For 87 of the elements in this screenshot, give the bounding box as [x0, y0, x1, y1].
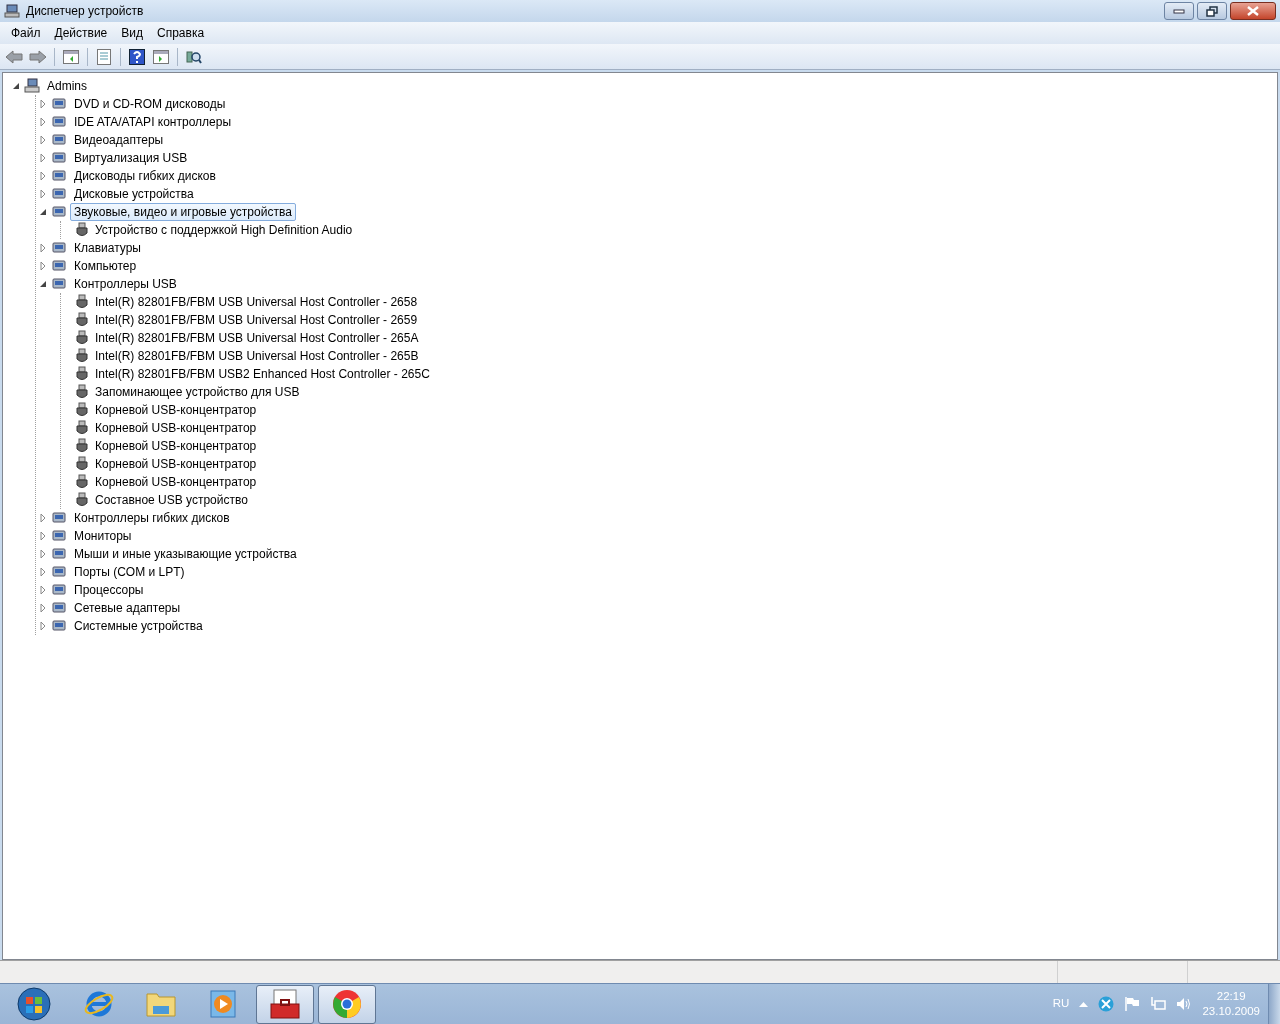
- device-icon: [51, 186, 67, 202]
- tree-item[interactable]: Дисковые устройства: [70, 185, 198, 203]
- tree-item[interactable]: Компьютер: [70, 257, 141, 275]
- plug-icon: [76, 474, 88, 490]
- expander-icon[interactable]: [11, 81, 21, 91]
- restore-icon: [1206, 5, 1218, 17]
- tree-item[interactable]: Intel(R) 82801FB/FBM USB2 Enhanced Host Controller - 265C: [91, 365, 434, 383]
- tree-item[interactable]: Корневой USB-концентратор: [91, 437, 261, 455]
- device-icon: [51, 564, 67, 580]
- tree-item[interactable]: Контроллеры гибких дисков: [70, 509, 234, 527]
- plug-icon: [76, 456, 88, 472]
- plug-icon: [76, 330, 88, 346]
- device-icon: [51, 204, 67, 220]
- device-icon: [51, 546, 67, 562]
- play-icon: [207, 988, 239, 1020]
- tree-item[interactable]: IDE ATA/ATAPI контроллеры: [70, 113, 236, 131]
- menu-item[interactable]: Действие: [47, 24, 115, 42]
- tree-item[interactable]: Корневой USB-концентратор: [91, 473, 261, 491]
- device-icon: [51, 114, 67, 130]
- tree-item[interactable]: Intel(R) 82801FB/FBM USB Universal Host Controller - 265B: [91, 347, 423, 365]
- device-icon: [51, 276, 67, 292]
- tree-item[interactable]: Видеоадаптеры: [70, 131, 168, 149]
- tree-item[interactable]: Intel(R) 82801FB/FBM USB Universal Host Controller - 265A: [91, 329, 423, 347]
- tree-item[interactable]: Сетевые адаптеры: [70, 599, 185, 617]
- tree-item[interactable]: Корневой USB-концентратор: [91, 401, 261, 419]
- chrome-icon: [331, 988, 363, 1020]
- network-icon[interactable]: [1150, 996, 1167, 1012]
- plug-icon: [76, 222, 88, 238]
- show-desktop-button[interactable]: [1268, 983, 1280, 1024]
- tree-item[interactable]: Корневой USB-концентратор: [91, 419, 261, 437]
- tree-item[interactable]: Запоминающее устройство для USB: [91, 383, 304, 401]
- tree-item[interactable]: Звуковые, видео и игровые устройства: [70, 203, 296, 221]
- tree-item[interactable]: Виртуализация USB: [70, 149, 192, 167]
- device-icon: [51, 150, 67, 166]
- menu-item[interactable]: Файл: [4, 24, 48, 42]
- close-button[interactable]: [1230, 2, 1276, 20]
- tree-item[interactable]: Процессоры: [70, 581, 148, 599]
- plug-icon: [76, 420, 88, 436]
- tree-item[interactable]: Порты (COM и LPT): [70, 563, 189, 581]
- plug-icon: [76, 294, 88, 310]
- menu-item[interactable]: Справка: [150, 24, 212, 42]
- tool-badge-icon[interactable]: [1098, 996, 1115, 1012]
- close-icon: [1247, 6, 1259, 16]
- flag-icon[interactable]: [1124, 996, 1141, 1012]
- speaker-icon[interactable]: [1176, 996, 1193, 1012]
- restore-button[interactable]: [1197, 2, 1227, 20]
- device-icon: [51, 582, 67, 598]
- device-icon: [51, 168, 67, 184]
- tree-item[interactable]: Корневой USB-концентратор: [91, 455, 261, 473]
- tree-item[interactable]: Admins: [43, 77, 91, 95]
- plug-icon: [76, 438, 88, 454]
- device-icon: [51, 528, 67, 544]
- tree-item[interactable]: Дисководы гибких дисков: [70, 167, 220, 185]
- window-title: Диспетчер устройств: [26, 3, 144, 20]
- minimize-icon: [1173, 8, 1185, 14]
- chevron-up-icon[interactable]: [1079, 1001, 1089, 1007]
- device-icon: [51, 618, 67, 634]
- device-icon: [51, 510, 67, 526]
- toolbox-icon: [269, 988, 301, 1020]
- tree-item[interactable]: DVD и CD-ROM дисководы: [70, 95, 230, 113]
- tree-item[interactable]: Клавиатуры: [70, 239, 145, 257]
- computer-icon: [4, 3, 20, 19]
- plug-icon: [76, 492, 88, 508]
- plug-icon: [76, 366, 88, 382]
- device-icon: [51, 96, 67, 112]
- device-icon: [51, 258, 67, 274]
- tree-item[interactable]: Intel(R) 82801FB/FBM USB Universal Host Controller - 2659: [91, 311, 422, 329]
- tree-item[interactable]: Контроллеры USB: [70, 275, 181, 293]
- tree-item[interactable]: Мониторы: [70, 527, 136, 545]
- plug-icon: [76, 312, 88, 328]
- plug-icon: [76, 348, 88, 364]
- menu-item[interactable]: Вид: [114, 24, 150, 42]
- device-icon: [51, 600, 67, 616]
- tree-item[interactable]: Мыши и иные указывающие устройства: [70, 545, 301, 563]
- plug-icon: [76, 384, 88, 400]
- minimize-button[interactable]: [1164, 2, 1194, 20]
- computer-icon: [24, 78, 40, 94]
- plug-icon: [76, 402, 88, 418]
- tree-item[interactable]: Intel(R) 82801FB/FBM USB Universal Host Controller - 2658: [91, 293, 422, 311]
- tree-item[interactable]: Системные устройства: [70, 617, 207, 635]
- device-icon: [51, 132, 67, 148]
- taskbar-button[interactable]: [256, 984, 314, 1024]
- tree-item[interactable]: Составное USB устройство: [91, 491, 252, 509]
- device-icon: [51, 240, 67, 256]
- tree-item[interactable]: Устройство с поддержкой High Definition Audio: [91, 221, 357, 239]
- expander-icon[interactable]: [38, 279, 48, 289]
- expander-icon[interactable]: [38, 207, 48, 217]
